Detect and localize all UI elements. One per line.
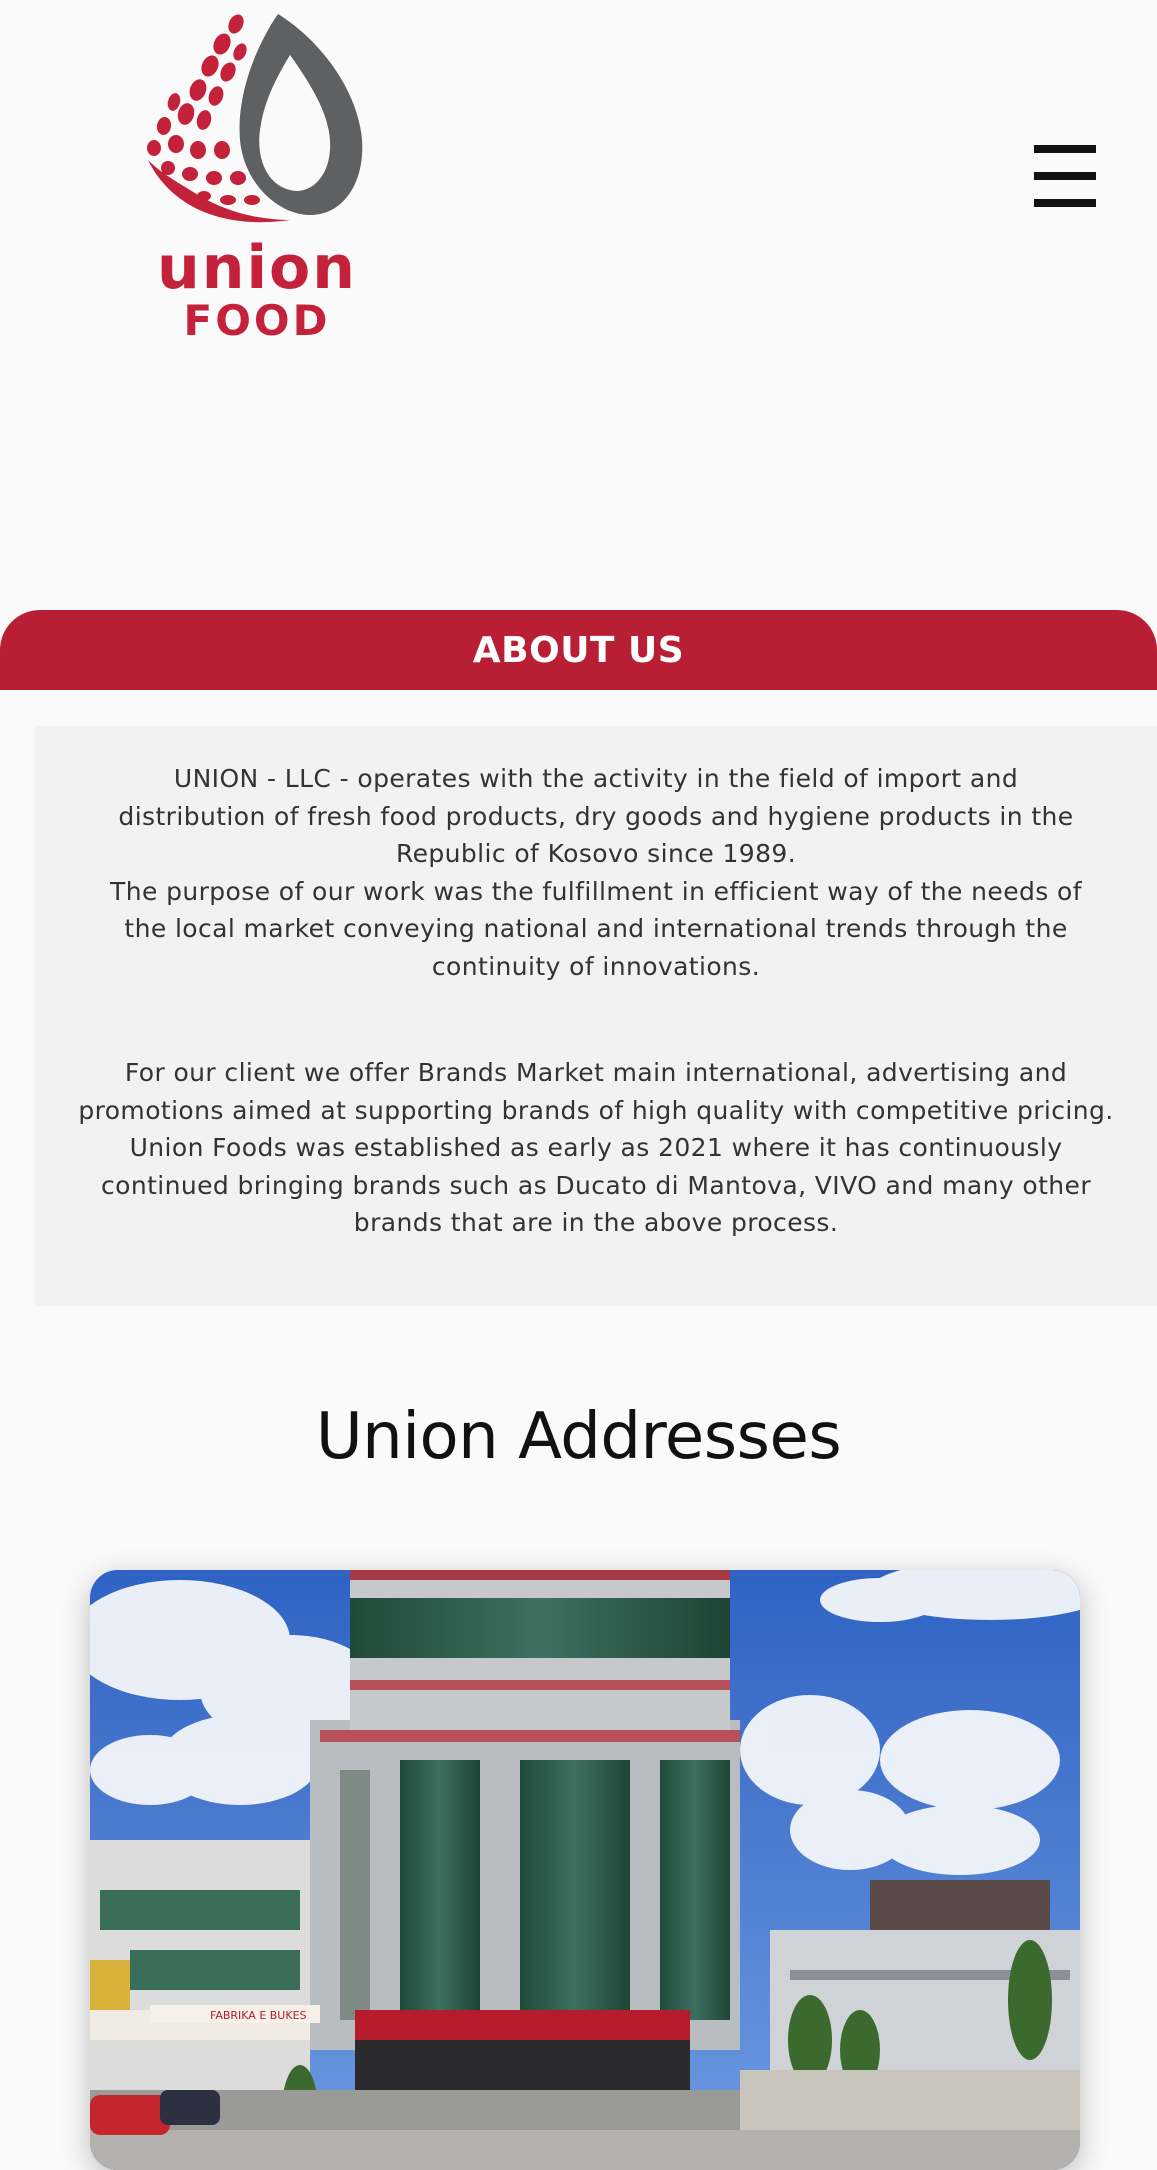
photo-sign-text: FABRIKA E BUKES: [210, 2009, 307, 2022]
about-us-title: ABOUT US: [472, 629, 685, 671]
logo-mark-icon: [147, 14, 363, 223]
address-photo-card[interactable]: FABRIKA E BUKES: [90, 1570, 1080, 2170]
about-paragraph-1: UNION - LLC - operates with the activity…: [110, 764, 1082, 981]
about-paragraph-2: For our client we offer Brands Market ma…: [78, 1058, 1114, 1237]
hamburger-menu-icon[interactable]: [1034, 145, 1096, 207]
site-header: union FOOD: [0, 0, 1157, 360]
logo-word-union: union: [157, 233, 357, 303]
logo-wordmark: union FOOD: [152, 238, 362, 342]
about-us-content: UNION - LLC - operates with the activity…: [35, 726, 1157, 1306]
union-food-logo[interactable]: union FOOD: [140, 10, 380, 342]
union-addresses-title: Union Addresses: [315, 1400, 842, 1474]
logo-word-food: FOOD: [183, 296, 331, 345]
about-us-banner: ABOUT US: [0, 610, 1157, 690]
building-photo: FABRIKA E BUKES: [90, 1570, 1080, 2170]
